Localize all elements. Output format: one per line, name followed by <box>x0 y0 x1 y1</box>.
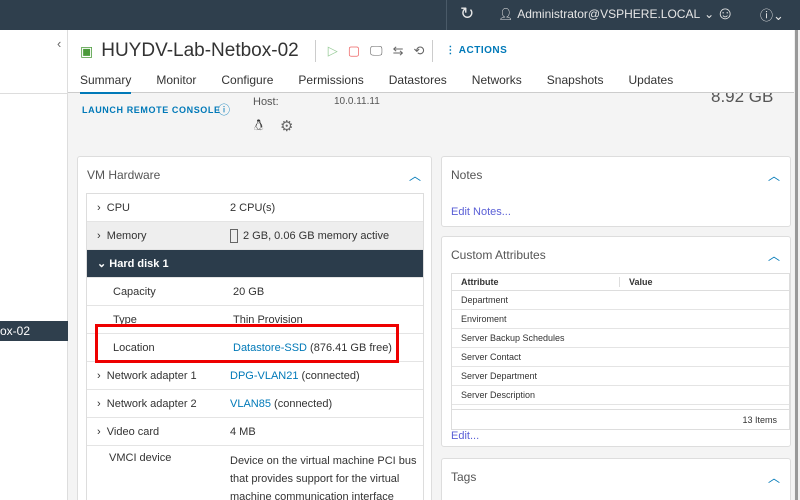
column-header-value[interactable]: Value <box>620 277 653 287</box>
tab-configure[interactable]: Configure <box>221 73 273 94</box>
tab-bar: Summary Monitor Configure Permissions Da… <box>80 73 673 94</box>
tab-summary[interactable]: Summary <box>80 73 132 94</box>
object-header: ▣ HUYDV-Lab-Netbox-02 ▷ ▢ 🖵︎ ⇆ ⟲ ⋮ ACTIO… <box>68 30 800 94</box>
hw-row-capacity: Capacity 20 GB <box>87 278 423 306</box>
smiley-icon[interactable]: ☺ <box>716 3 734 24</box>
hw-row-cpu[interactable]: › CPU 2 CPU(s) <box>87 194 423 222</box>
actions-label: ACTIONS <box>458 45 508 56</box>
memory-usage-value: 8.92 GB <box>711 93 774 106</box>
card-title: Tags <box>451 470 477 484</box>
scrollbar[interactable] <box>794 30 800 500</box>
vm-title: HUYDV-Lab-Netbox-02 <box>101 40 299 61</box>
network-link[interactable]: VLAN85 <box>230 398 271 410</box>
edit-notes-link[interactable]: Edit Notes... <box>451 206 511 218</box>
collapse-icon[interactable]: ‹ <box>57 36 61 51</box>
collapse-chevron-icon[interactable]: ︿ <box>768 247 780 264</box>
table-row[interactable]: Server Backup Schedules <box>452 329 789 348</box>
divider <box>446 0 447 30</box>
user-name: Administrator@VSPHERE.LOCAL <box>517 7 701 21</box>
attributes-grid: Attribute Value Department Enviroment Ser… <box>451 273 790 430</box>
hw-row-vmci: VMCI device Device on the virtual machine… <box>87 446 423 500</box>
hw-row-memory[interactable]: › Memory 2 GB, 0.06 GB memory active <box>87 222 423 250</box>
table-row[interactable]: Department <box>452 291 789 310</box>
item-count: 13 Items <box>452 409 789 429</box>
edit-attributes-link[interactable]: Edit... <box>451 430 479 442</box>
tab-networks[interactable]: Networks <box>472 73 522 94</box>
host-label: Host: <box>253 96 279 108</box>
card-title: Notes <box>451 168 483 182</box>
card-title: VM Hardware <box>87 168 161 182</box>
hw-row-network-adapter-1[interactable]: › Network adapter 1 DPG-VLAN21 (connected… <box>87 362 423 390</box>
inventory-sidebar: ‹ ox-02 <box>0 30 68 500</box>
custom-attributes-card: Custom Attributes ︿ Attribute Value Depar… <box>441 236 791 447</box>
memory-bar-icon <box>230 228 238 243</box>
hw-row-video-card[interactable]: › Video card 4 MB <box>87 418 423 446</box>
tags-card: Tags ︿ <box>441 458 791 500</box>
vm-icon: ▣ <box>80 42 94 59</box>
tree-item-selected[interactable]: ox-02 <box>0 321 68 341</box>
divider <box>0 93 68 94</box>
top-header: ↻ 👤︎ Administrator@VSPHERE.LOCAL ⌄ ☺ ⓘ⌄ <box>0 0 800 30</box>
tab-updates[interactable]: Updates <box>629 73 674 94</box>
table-row[interactable]: Enviroment <box>452 310 789 329</box>
power-on-icon[interactable]: ▷ <box>328 43 338 59</box>
collapse-chevron-icon[interactable]: ︿ <box>768 469 780 486</box>
console-icon[interactable]: 🖵︎ <box>370 43 383 59</box>
refresh-icon[interactable]: ↻ <box>460 4 474 24</box>
notes-card: Notes ︿ Edit Notes... <box>441 156 791 227</box>
power-off-icon[interactable]: ▢ <box>348 43 360 59</box>
table-row[interactable]: Server Department <box>452 367 789 386</box>
collapse-chevron-icon[interactable]: ︿ <box>409 167 421 184</box>
column-header-attribute[interactable]: Attribute <box>452 277 620 287</box>
info-icon[interactable]: ⓘ <box>218 101 230 118</box>
card-title: Custom Attributes <box>451 248 546 262</box>
help-icon[interactable]: ⓘ⌄ <box>760 5 784 24</box>
snapshot-icon[interactable]: ⟲ <box>413 43 424 59</box>
user-menu[interactable]: 👤︎ Administrator@VSPHERE.LOCAL ⌄ <box>498 7 714 21</box>
chevron-down-icon: ⌄ <box>704 7 715 21</box>
table-row[interactable]: Server Contact <box>452 348 789 367</box>
highlight-box <box>95 324 399 363</box>
actions-button[interactable]: ⋮ ACTIONS <box>432 40 507 62</box>
tab-permissions[interactable]: Permissions <box>298 73 363 94</box>
hw-row-hard-disk[interactable]: ⌄ Hard disk 1 <box>87 250 423 278</box>
vmtools-icon: ⚙ <box>280 118 294 135</box>
tab-datastores[interactable]: Datastores <box>389 73 447 94</box>
migrate-icon[interactable]: ⇆ <box>393 43 404 59</box>
table-row[interactable]: Server Description <box>452 386 789 405</box>
summary-content: LAUNCH REMOTE CONSOLE ⓘ Host: 10.0.11.11… <box>68 93 794 500</box>
user-icon: 👤︎ <box>498 7 514 21</box>
tab-monitor[interactable]: Monitor <box>156 73 196 94</box>
hw-row-network-adapter-2[interactable]: › Network adapter 2 VLAN85 (connected) <box>87 390 423 418</box>
vm-hardware-card: VM Hardware ︿ › CPU 2 CPU(s) › Memory 2 GB… <box>77 156 432 500</box>
launch-remote-console-link[interactable]: LAUNCH REMOTE CONSOLE <box>82 105 221 115</box>
network-link[interactable]: DPG-VLAN21 <box>230 370 298 382</box>
host-value: 10.0.11.11 <box>334 96 380 107</box>
collapse-chevron-icon[interactable]: ︿ <box>768 167 780 184</box>
linux-icon: 🐧︎ <box>254 117 264 134</box>
tab-snapshots[interactable]: Snapshots <box>547 73 604 94</box>
